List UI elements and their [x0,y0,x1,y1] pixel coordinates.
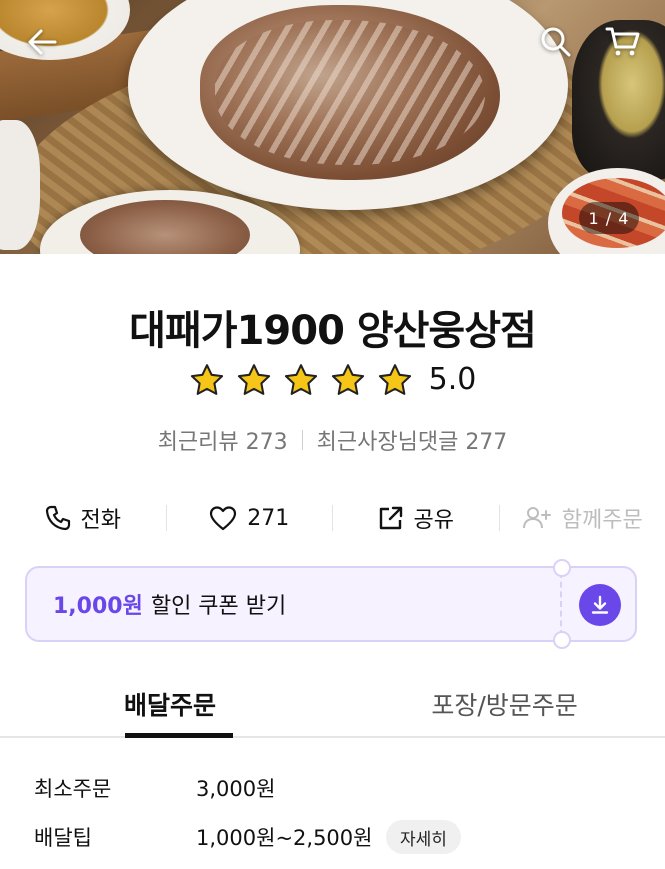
tab-pickup[interactable]: 포장/방문주문 [344,672,665,736]
side-plate [0,120,40,250]
call-label: 전화 [80,508,121,533]
group-order-button[interactable]: 함께주문 [500,502,665,534]
min-order-row: 최소주문 3,000원 [0,766,665,810]
min-order-value: 3,000원 [196,777,276,801]
min-order-label: 최소주문 [34,777,112,801]
back-button[interactable] [22,24,62,60]
coupon-notch [553,559,571,577]
phone-icon [45,505,70,531]
order-type-tabs: 배달주문 포장/방문주문 [0,672,665,738]
coupon-divider [560,572,562,636]
sliced-pork [200,5,500,180]
star-icon [284,363,317,395]
share-icon [379,506,402,530]
search-icon [541,27,571,57]
coupon-label: 할인 쿠폰 받기 [150,594,287,619]
coupon-amount: 1,000원 [53,594,143,619]
recent-reviews-link[interactable]: 최근리뷰 273 [158,424,288,456]
add-person-icon [522,507,551,529]
rating-score: 5.0 [428,362,477,397]
coupon-banner[interactable]: 1,000원 할인 쿠폰 받기 [25,559,637,649]
coupon-download-button[interactable] [579,584,621,626]
delivery-tip-value: 1,000원~2,500원 [196,826,373,850]
like-count: 271 [247,505,290,531]
delivery-tip-row: 배달팁 1,000원~2,500원 자세히 [0,815,665,859]
delivery-tip-detail-button[interactable]: 자세히 [386,820,461,854]
star-icon [378,363,411,395]
action-bar: 전화 271 공유 함께주문 [0,496,665,540]
star-icon [331,363,364,395]
share-label: 공유 [413,508,454,533]
share-button[interactable]: 공유 [333,502,499,534]
photo-pager: 1 / 4 [579,202,639,234]
arrow-left-icon [28,29,57,55]
tab-delivery-label: 배달주문 [124,691,217,720]
coupon-notch [553,631,571,649]
divider [301,430,303,450]
coupon-text: 1,000원 할인 쿠폰 받기 [53,568,286,640]
tab-delivery[interactable]: 배달주문 [0,672,344,738]
group-order-label: 함께주문 [561,508,643,533]
active-tab-indicator [125,733,233,738]
star-rating [189,363,413,397]
store-photo-carousel[interactable]: 1 / 4 [0,0,665,254]
delivery-tip-label: 배달팁 [34,826,92,850]
review-summary: 최근리뷰 273 최근사장님댓글 277 [0,424,665,456]
like-button[interactable]: 271 [167,505,333,531]
tab-pickup-label: 포장/방문주문 [431,691,578,720]
search-button[interactable] [536,24,576,60]
owner-replies-link[interactable]: 최근사장님댓글 277 [317,424,508,456]
heart-icon [210,506,237,531]
rating: 5.0 [0,362,665,397]
download-icon [591,595,609,614]
star-icon [190,363,223,395]
store-name: 대패가1900 양산웅상점 [129,308,537,354]
cart-button[interactable] [602,24,644,60]
star-icon [237,363,270,395]
cart-icon [605,27,640,56]
call-button[interactable]: 전화 [0,502,166,534]
